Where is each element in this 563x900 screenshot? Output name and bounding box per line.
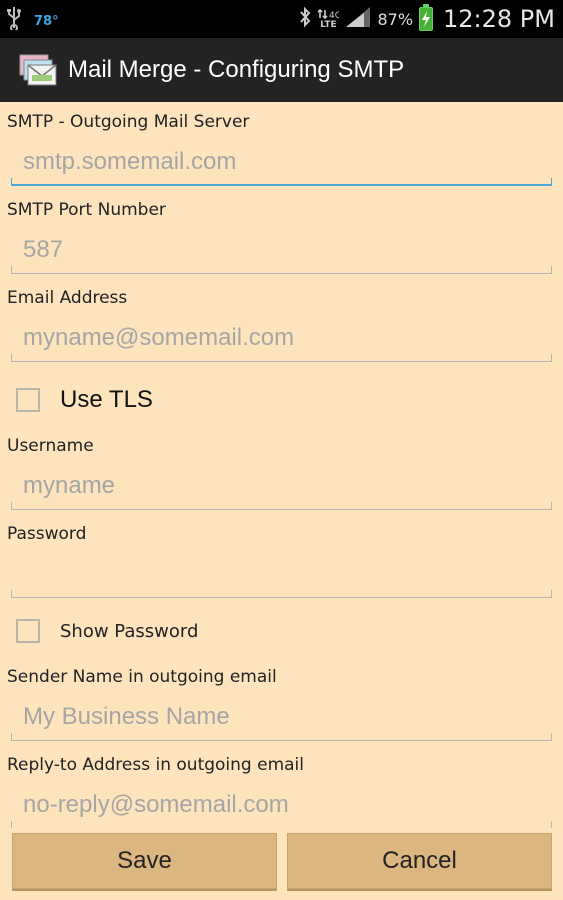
sender-name-input[interactable] [11,697,552,737]
save-button[interactable]: Save [12,833,277,889]
smtp-server-input[interactable] [11,142,552,182]
reply-to-input[interactable] [11,785,552,825]
sender-name-field[interactable] [11,697,552,741]
password-input[interactable] [11,554,552,594]
smtp-port-input[interactable] [11,230,552,270]
clock-time: 12:28 PM [443,5,555,33]
cancel-button[interactable]: Cancel [287,833,552,889]
username-field[interactable] [11,466,552,510]
password-label: Password [7,524,87,544]
sender-name-label: Sender Name in outgoing email [7,667,277,687]
smtp-server-field[interactable] [11,142,552,186]
username-input[interactable] [11,466,552,506]
status-bar-left: 78° [6,6,59,36]
battery-percent: 87% [377,9,414,29]
use-tls-checkbox[interactable] [16,388,40,412]
status-bar: 78° 4G LTE 87% 12:28 PM [0,0,563,38]
smtp-server-label: SMTP - Outgoing Mail Server [7,112,250,132]
usb-icon [6,6,22,36]
signal-icon [345,6,371,32]
use-tls-label[interactable]: Use TLS [60,386,153,414]
use-tls-row[interactable]: Use TLS [16,386,153,414]
smtp-port-label: SMTP Port Number [7,200,166,220]
status-bar-right: 4G LTE 87% 12:28 PM [299,4,555,34]
password-field[interactable] [11,554,552,598]
temperature-text: 78° [34,13,59,29]
field-underline [11,354,552,362]
reply-to-field[interactable] [11,785,552,828]
svg-text:4G: 4G [329,11,339,20]
lte-icon: 4G LTE [317,8,339,30]
action-bar: Mail Merge - Configuring SMTP [0,38,563,102]
battery-charging-icon [419,4,434,31]
page-title: Mail Merge - Configuring SMTP [68,56,405,83]
smtp-settings-form: SMTP - Outgoing Mail Server SMTP Port Nu… [0,102,563,828]
field-underline [11,590,552,598]
lte-label: LTE [320,20,337,30]
email-address-field[interactable] [11,318,552,362]
email-address-label: Email Address [7,288,128,308]
show-password-row[interactable]: Show Password [16,619,198,643]
show-password-checkbox[interactable] [16,619,40,643]
reply-to-label: Reply-to Address in outgoing email [7,755,305,775]
button-bar: Save Cancel [0,828,563,900]
bluetooth-icon [299,6,311,33]
email-address-input[interactable] [11,318,552,358]
smtp-port-field[interactable] [11,230,552,274]
field-underline [11,178,552,186]
field-underline [11,502,552,510]
field-underline [11,266,552,274]
show-password-label[interactable]: Show Password [60,621,198,642]
field-underline [11,733,552,741]
field-underline [11,821,552,828]
username-label: Username [7,436,94,456]
mail-merge-app-icon[interactable] [18,49,60,91]
